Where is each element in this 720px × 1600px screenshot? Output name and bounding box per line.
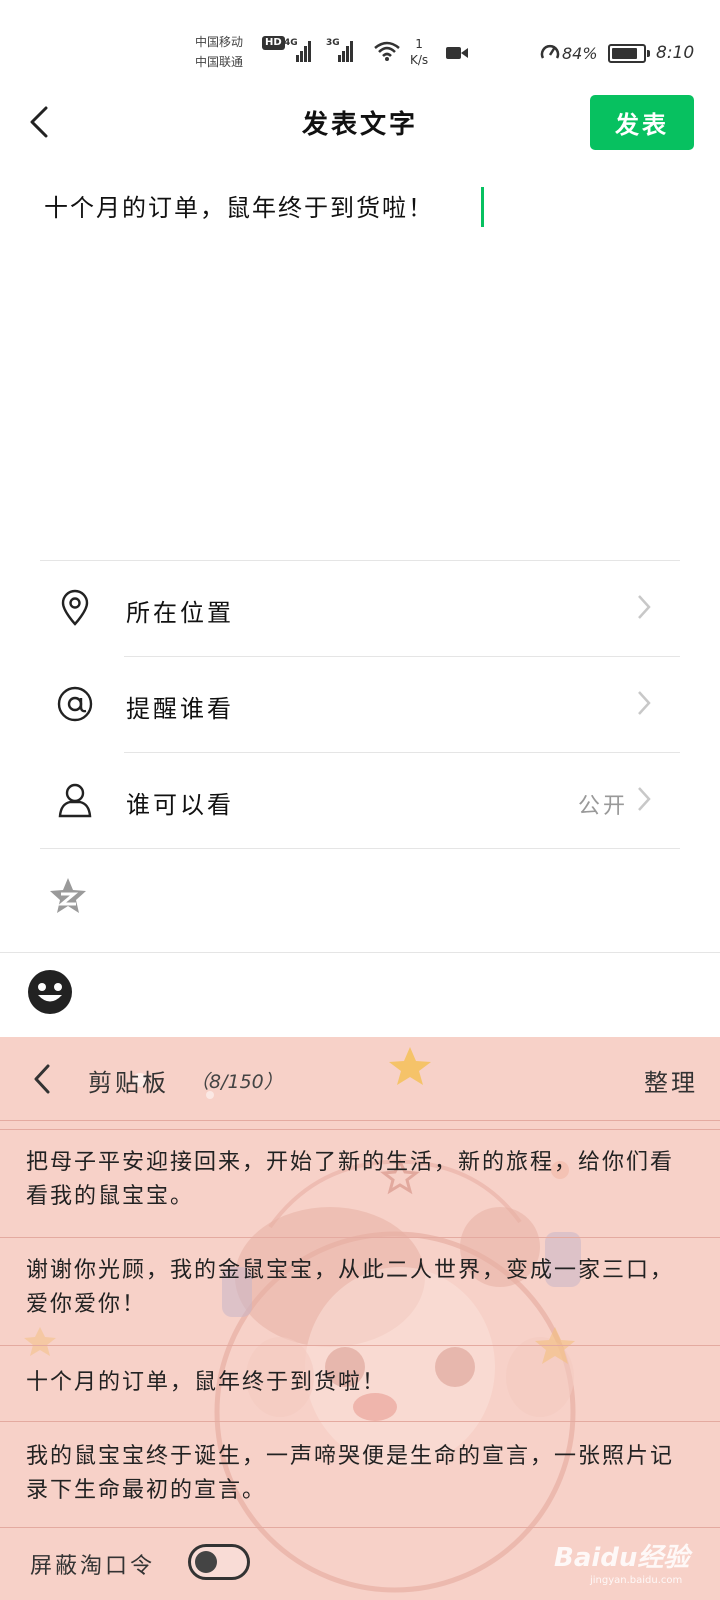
chevron-right-icon: [638, 787, 651, 811]
clipboard-item-text: 把母子平安迎接回来，开始了新的生活，新的旅程，给你们看看我的鼠宝宝。: [26, 1150, 675, 1209]
signal-2-type: 3G: [326, 38, 340, 48]
carrier-1: 中国移动: [195, 35, 244, 49]
battery-fill: [612, 48, 638, 59]
clipboard-item[interactable]: 谢谢你光顾，我的金鼠宝宝，从此二人世界，变成一家三口，爱你爱你！: [0, 1237, 720, 1345]
clipboard-back-icon[interactable]: [30, 1061, 54, 1097]
clipboard-item-text: 谢谢你光顾，我的金鼠宝宝，从此二人世界，变成一家三口，爱你爱你！: [26, 1258, 675, 1317]
option-visibility[interactable]: 谁可以看 公开: [40, 753, 680, 848]
location-pin-icon: [61, 589, 89, 626]
clock: 8:10: [656, 43, 695, 63]
toggle-knob: [195, 1551, 217, 1573]
clipboard-count: （8/150）: [190, 1071, 283, 1093]
emoji-icon[interactable]: [26, 968, 74, 1016]
option-location[interactable]: 所在位置: [40, 561, 680, 656]
video-camera-icon: [446, 47, 468, 59]
baidu-watermark-url: jingyan.baidu.com: [590, 1575, 683, 1586]
status-bar: 中国移动 中国联通 HD 4G 3G 1 K/s 84% 8:10: [0, 0, 720, 90]
baidu-watermark: Baidu经验: [554, 1543, 690, 1573]
shield-taobao-toggle[interactable]: [188, 1544, 250, 1580]
option-value: 公开: [577, 794, 628, 819]
text-caret: [481, 187, 484, 227]
clipboard-item[interactable]: 把母子平安迎接回来，开始了新的生活，新的旅程，给你们看看我的鼠宝宝。: [0, 1129, 720, 1237]
post-text-input[interactable]: 十个月的订单，鼠年终于到货啦！: [44, 188, 434, 223]
at-sign-icon: [57, 686, 93, 722]
wifi-icon: [374, 41, 400, 61]
publish-button[interactable]: 发表: [590, 95, 694, 150]
chevron-right-icon: [638, 691, 651, 715]
shield-taobao-label: 屏蔽淘口令: [30, 1554, 156, 1579]
clipboard-organize-button[interactable]: 整理: [644, 1063, 698, 1098]
net-speed-value: 1: [415, 37, 423, 51]
option-label: 谁可以看: [126, 791, 234, 819]
carrier-2: 中国联通: [195, 55, 244, 69]
divider: [40, 848, 680, 849]
person-icon: [58, 783, 92, 818]
divider: [0, 952, 720, 953]
net-speed-unit: K/s: [410, 53, 429, 67]
clipboard-item[interactable]: 十个月的订单，鼠年终于到货啦！: [0, 1345, 720, 1421]
carrier-names: 中国移动 中国联通: [195, 32, 243, 72]
clipboard-item-text: 我的鼠宝宝终于诞生，一声啼哭便是生命的宣言，一张照片记录下生命最初的宣言。: [26, 1444, 675, 1503]
battery-percent: 84%: [562, 44, 598, 63]
hd-badge: HD: [262, 36, 285, 50]
option-label: 提醒谁看: [126, 695, 234, 723]
clipboard-title: 剪贴板: [88, 1069, 169, 1097]
signal-3g-icon: 3G: [326, 38, 353, 62]
clipboard-panel: 剪贴板 （8/150） 整理 把母子平安迎接回来，开始了新的生活，新的旅程，给你…: [0, 1037, 720, 1600]
chevron-right-icon: [638, 595, 651, 619]
network-speed: 1 K/s: [410, 36, 428, 68]
option-label: 所在位置: [126, 599, 234, 627]
option-remind[interactable]: 提醒谁看: [40, 657, 680, 752]
qzone-star-icon[interactable]: [48, 876, 88, 916]
signal-4g-icon: 4G: [284, 38, 311, 62]
signal-1-type: 4G: [284, 38, 298, 48]
clipboard-header: 剪贴板 （8/150） 整理: [0, 1037, 720, 1121]
clipboard-item-text: 十个月的订单，鼠年终于到货啦！: [26, 1370, 387, 1395]
battery-icon: [608, 44, 650, 63]
speedometer-icon: [540, 44, 560, 59]
clipboard-item[interactable]: 我的鼠宝宝终于诞生，一声啼哭便是生命的宣言，一张照片记录下生命最初的宣言。: [0, 1421, 720, 1527]
